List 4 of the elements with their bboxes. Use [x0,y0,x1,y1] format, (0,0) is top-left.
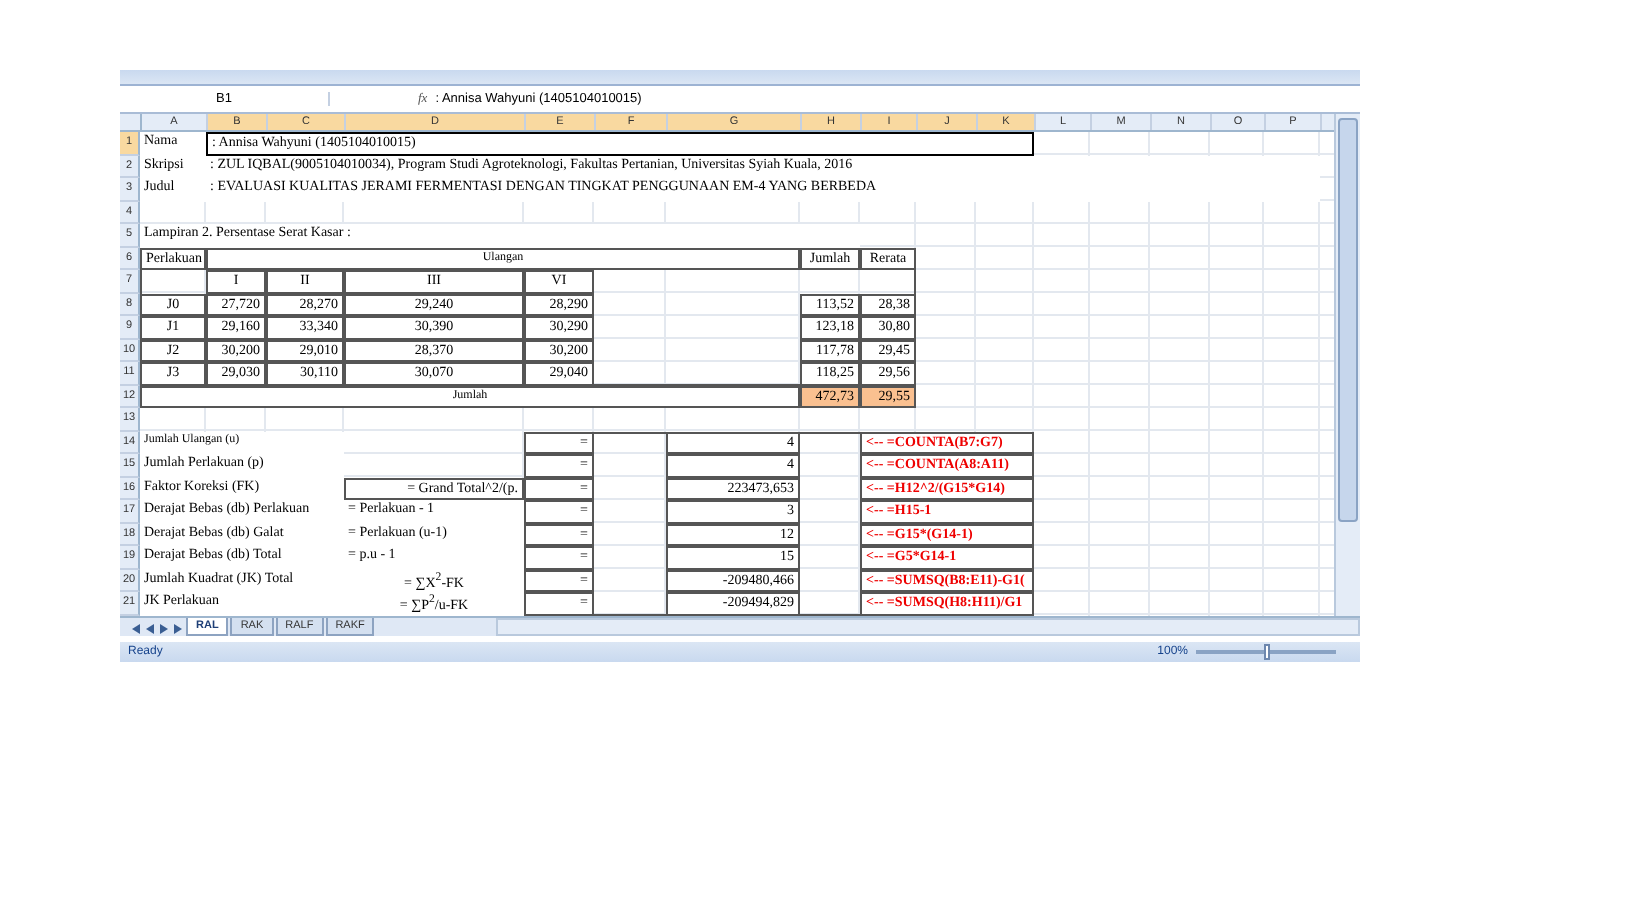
sheet-navigation-icon[interactable] [128,621,184,635]
zoom-slider[interactable] [1263,643,1269,659]
horizontal-scrollbar[interactable] [496,617,1360,635]
vertical-scrollbar[interactable] [1334,114,1360,615]
